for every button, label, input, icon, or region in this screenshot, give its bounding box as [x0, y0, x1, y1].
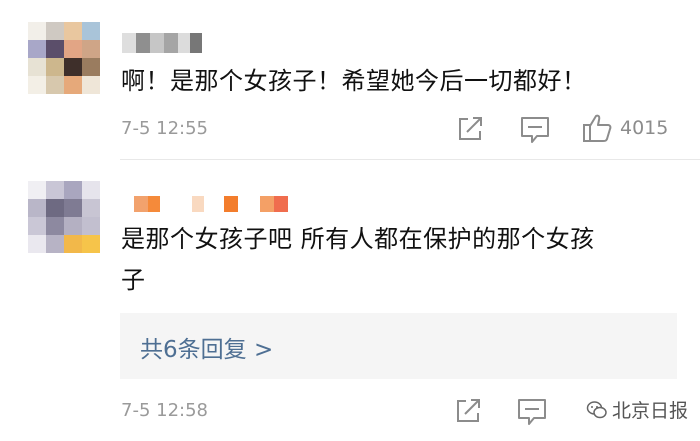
watermark-text: 北京日报	[611, 400, 688, 422]
thumbs-up-icon	[583, 114, 612, 142]
comment-timestamp: 7-5 12:55	[121, 118, 208, 139]
share-button[interactable]	[455, 398, 483, 424]
avatar[interactable]	[28, 181, 100, 253]
wechat-icon	[586, 400, 607, 418]
username-redacted[interactable]	[122, 33, 202, 53]
comment-item: 啊！是那个女孩子！希望她今后一切都好！ 7-5 12:55 4015	[0, 0, 700, 160]
replies-count-label: 共6条回复 >	[140, 337, 274, 363]
comment-button[interactable]	[520, 116, 550, 144]
share-icon	[457, 399, 480, 422]
divider	[120, 159, 700, 160]
share-button[interactable]	[457, 116, 485, 142]
comment-text: 啊！是那个女孩子！希望她今后一切都好！	[121, 67, 587, 95]
comment-timestamp: 7-5 12:58	[121, 400, 208, 421]
like-count: 4015	[620, 117, 669, 139]
comment-button[interactable]	[517, 398, 547, 426]
watermark: 北京日报	[586, 396, 688, 423]
avatar[interactable]	[28, 22, 100, 94]
comment-text: 是那个女孩子吧 所有人都在保护的那个女孩	[121, 225, 595, 253]
comment-icon	[518, 399, 546, 425]
username-redacted[interactable]	[134, 194, 294, 214]
comment-icon	[521, 117, 549, 143]
view-replies-button[interactable]: 共6条回复 >	[120, 313, 677, 379]
share-icon	[459, 117, 482, 140]
comment-text-continued: 子	[121, 266, 146, 294]
like-button[interactable]: 4015	[582, 113, 668, 143]
